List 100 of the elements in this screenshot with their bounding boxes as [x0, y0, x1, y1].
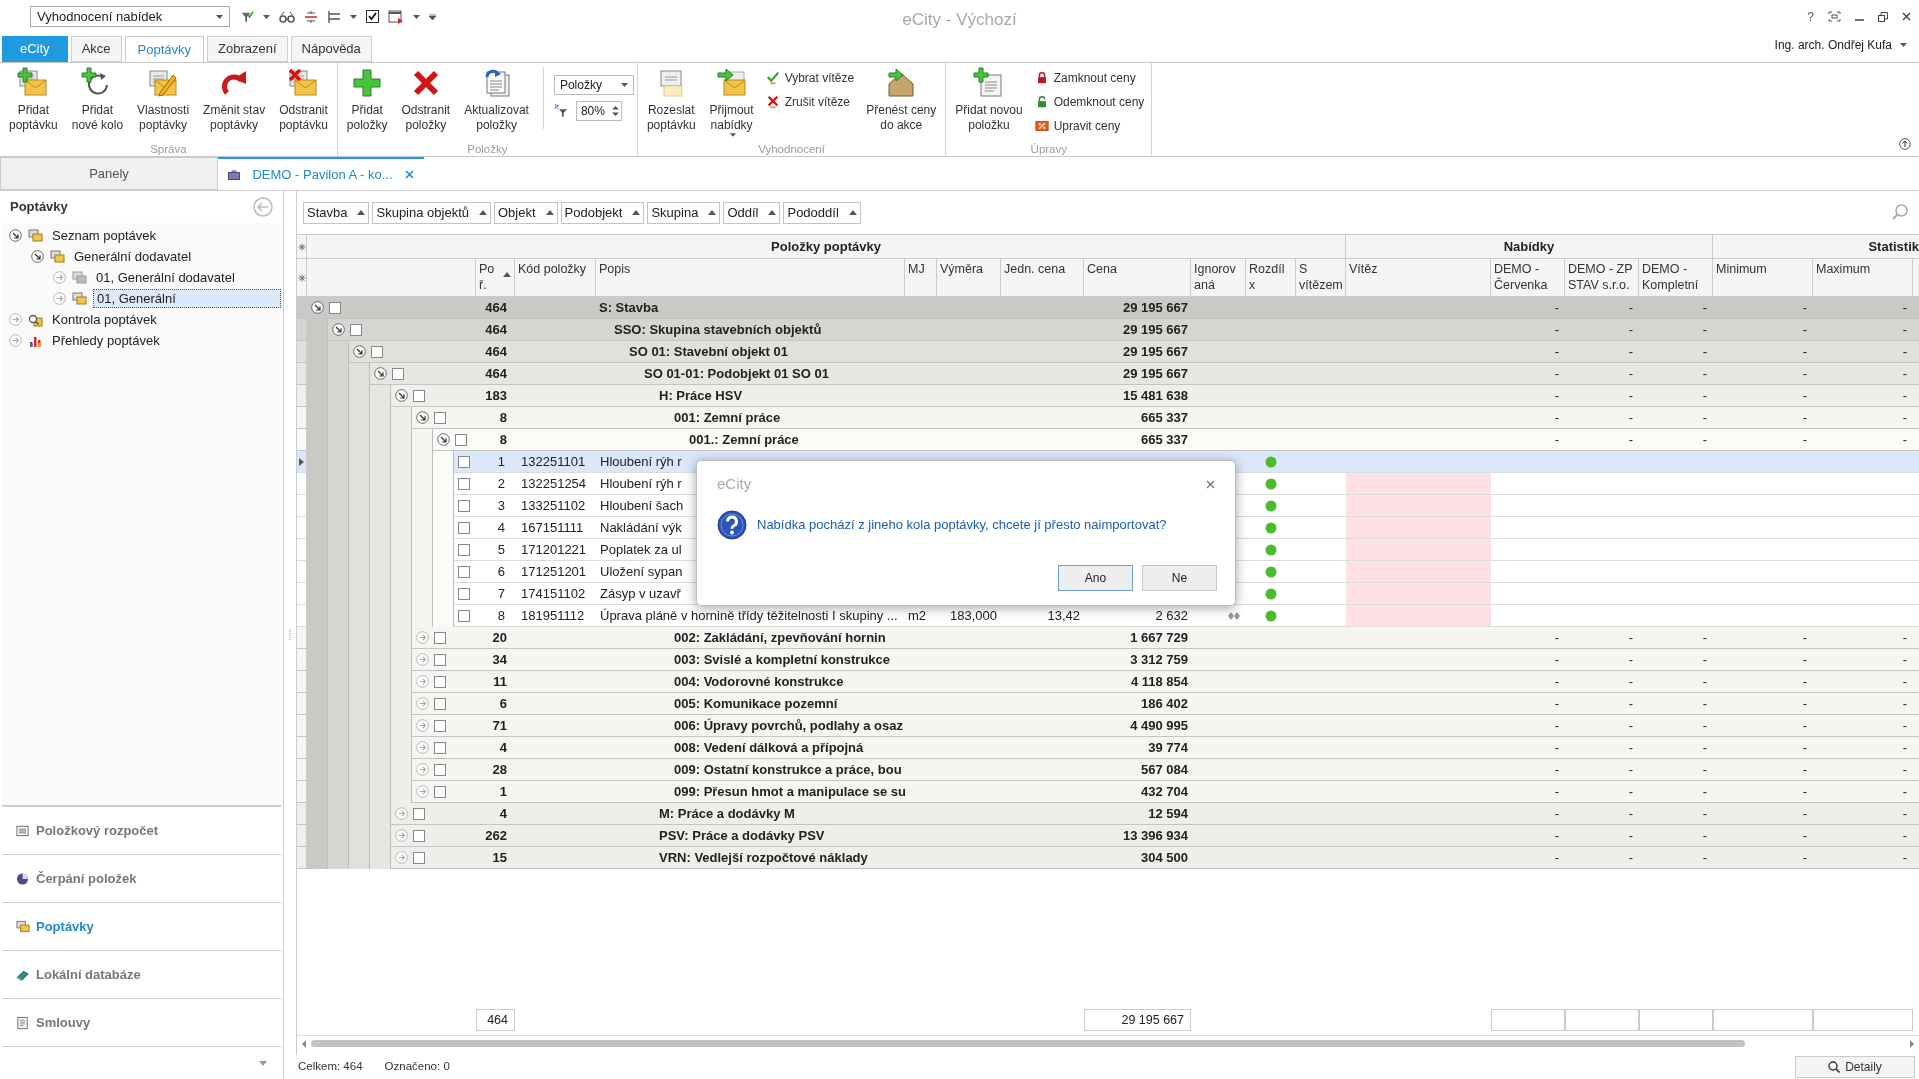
group-row[interactable]: 183 H: Práce HSV 15 481 638 - - - - - — [297, 385, 1919, 407]
nav-item[interactable]: Poptávky — [2, 903, 281, 951]
expand-toggle[interactable] — [311, 301, 324, 314]
row-checkbox[interactable] — [434, 719, 446, 732]
ribbon-button[interactable]: Přidat poptávku — [3, 67, 64, 133]
row-checkbox[interactable] — [413, 829, 425, 842]
ribbon-button[interactable]: Zrušit vítěze — [765, 92, 855, 112]
group-row[interactable]: 464 SO 01: Stavební objekt 01 29 195 667 - - - - - — [297, 341, 1919, 363]
collapse-ribbon-icon[interactable] — [1899, 138, 1911, 150]
ribbon-button[interactable]: Zamknout ceny — [1034, 68, 1145, 88]
row-checkbox[interactable] — [434, 785, 446, 798]
row-checkbox[interactable] — [458, 521, 470, 534]
column-header[interactable]: Jedn. cena — [1001, 259, 1084, 296]
group-by-chip[interactable]: Podobjekt — [560, 201, 645, 224]
checkbox-icon[interactable] — [366, 10, 379, 23]
group-row[interactable]: 464 S: Stavba 29 195 667 - - - - - — [297, 297, 1919, 319]
row-checkbox[interactable] — [434, 411, 446, 424]
group-row[interactable]: 262 PSV: Práce a dodávky PSV 13 396 934 - - - - - — [297, 825, 1919, 847]
expand-toggle[interactable] — [395, 389, 408, 402]
group-by-chip[interactable]: Pododdíl — [783, 201, 861, 224]
help-button[interactable]: ? — [1807, 10, 1814, 23]
close-icon[interactable] — [1206, 479, 1215, 489]
group-row[interactable]: 8 001: Zemní práce 665 337 - - - - - — [297, 407, 1919, 429]
back-icon[interactable] — [253, 197, 273, 217]
column-header[interactable]: Kód položky — [515, 259, 596, 296]
column-header[interactable]: DEMO - Červenka — [1491, 259, 1565, 296]
row-checkbox[interactable] — [434, 697, 446, 710]
group-row[interactable]: 11 004: Vodorovné konstrukce 4 118 854 - - - - - — [297, 671, 1919, 693]
expand-toggle[interactable] — [416, 631, 429, 644]
row-checkbox[interactable] — [434, 675, 446, 688]
table-row[interactable]: 8 181951112 Úprava pláně v hornině třídy těžitelnosti I skupiny ... m2 183,000 13,42 2 632 — [297, 605, 1919, 627]
row-checkbox[interactable] — [371, 345, 383, 358]
row-checkbox[interactable] — [458, 609, 470, 622]
row-checkbox[interactable] — [458, 543, 470, 556]
expand-toggle[interactable] — [416, 697, 429, 710]
column-header[interactable]: S vítězem — [1296, 259, 1346, 296]
tree-item[interactable]: Generální dodavatel — [71, 248, 195, 265]
row-checkbox[interactable] — [455, 433, 467, 446]
column-header[interactable]: Maximum — [1813, 259, 1913, 296]
ribbon-tab[interactable]: Zobrazení — [207, 36, 288, 62]
row-checkbox[interactable] — [434, 763, 446, 776]
row-checkbox[interactable] — [413, 851, 425, 864]
expand-toggle[interactable] — [332, 323, 345, 336]
expand-toggle[interactable] — [9, 334, 22, 347]
group-row[interactable]: 71 006: Úpravy povrchů, podlahy a osaz 4 490 995 - - - - - — [297, 715, 1919, 737]
group-row[interactable]: 20 002: Zakládání, zpevňování hornin 1 667 729 - - - - - — [297, 627, 1919, 649]
horizontal-scrollbar[interactable] — [297, 1035, 1919, 1051]
tree-icon[interactable] — [327, 9, 341, 24]
ribbon-button[interactable]: Vybrat vítěze — [765, 68, 855, 88]
row-checkbox[interactable] — [434, 741, 446, 754]
group-row[interactable]: 4 008: Vedení dálková a přípojná 39 774 - - - - - — [297, 737, 1919, 759]
ribbon-button[interactable]: Přidat položky — [340, 67, 394, 133]
group-by-chip[interactable]: Oddíl — [723, 201, 781, 224]
expand-toggle[interactable] — [395, 851, 408, 864]
window-icon[interactable] — [388, 9, 404, 24]
filter-check-icon[interactable] — [240, 9, 254, 24]
row-checkbox[interactable] — [458, 587, 470, 600]
view-select[interactable]: Vyhodnocení nabídek — [30, 6, 230, 27]
ribbon-button[interactable]: Odstranit poptávku — [273, 67, 334, 133]
row-checkbox[interactable] — [434, 653, 446, 666]
tree-item[interactable]: Seznam poptávek — [49, 227, 160, 244]
expand-toggle[interactable] — [374, 367, 387, 380]
group-row[interactable]: 1 099: Přesun hmot a manipulace se su 432 704 - - - - - — [297, 781, 1919, 803]
expand-toggle[interactable] — [416, 763, 429, 776]
ribbon-button[interactable]: Přijmout nabídky — [703, 67, 760, 137]
user-menu[interactable]: Ing. arch. Ondřej Kufa — [1774, 36, 1907, 54]
ribbon-button[interactable]: Odstranit položky — [395, 67, 457, 133]
expand-toggle[interactable] — [31, 250, 44, 263]
group-row[interactable]: 4 M: Práce a dodávky M 12 594 - - - - - — [297, 803, 1919, 825]
expand-toggle[interactable] — [416, 653, 429, 666]
nav-item[interactable]: Smlouvy — [2, 999, 281, 1047]
expand-toggle[interactable] — [395, 807, 408, 820]
expand-toggle[interactable] — [353, 345, 366, 358]
zoom-spinner[interactable]: 80% — [575, 101, 622, 121]
group-by-chip[interactable]: Objekt — [494, 201, 558, 224]
expand-toggle[interactable] — [416, 719, 429, 732]
expand-toggle[interactable] — [416, 411, 429, 424]
expand-toggle[interactable] — [9, 229, 22, 242]
column-header[interactable]: Výměra — [937, 259, 1001, 296]
row-checkbox[interactable] — [413, 807, 425, 820]
group-row[interactable]: 6 005: Komunikace pozemní 186 402 - - - - - — [297, 693, 1919, 715]
caret-icon[interactable] — [413, 14, 420, 19]
group-row[interactable]: 15 VRN: Vedlejší rozpočtové náklady 304 500 - - - - - — [297, 847, 1919, 869]
row-checkbox[interactable] — [458, 565, 470, 578]
group-row[interactable]: 464 SO 01-01: Podobjekt 01 SO 01 29 195 667 - - - - - — [297, 363, 1919, 385]
column-header[interactable]: Ignorov aná — [1191, 259, 1246, 296]
column-header[interactable]: Popis — [596, 259, 905, 296]
expand-toggle[interactable] — [416, 675, 429, 688]
nav-item[interactable]: Čerpání položek — [2, 855, 281, 903]
scrollbar-thumb[interactable] — [311, 1040, 1745, 1047]
dialog-button[interactable]: Ano — [1058, 565, 1133, 591]
expand-toggle[interactable] — [9, 313, 22, 326]
ribbon-tab[interactable]: Poptávky — [124, 36, 204, 63]
ribbon-button[interactable]: Odemknout ceny — [1034, 92, 1145, 112]
scroll-left-icon[interactable] — [301, 1039, 307, 1048]
ribbon-button[interactable]: Přidat nové kolo — [65, 67, 130, 133]
nav-item[interactable]: Lokální databáze — [2, 951, 281, 999]
group-row[interactable]: 8 001.: Zemní práce 665 337 - - - - - — [297, 429, 1919, 451]
details-button[interactable]: Detaily — [1795, 1056, 1915, 1078]
ribbon-button[interactable]: Rozeslat poptávku — [640, 67, 702, 133]
